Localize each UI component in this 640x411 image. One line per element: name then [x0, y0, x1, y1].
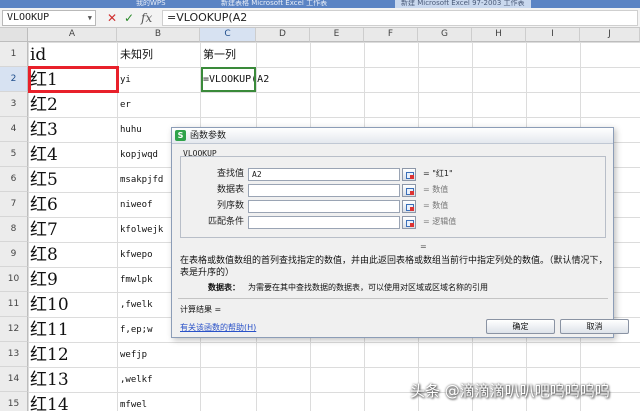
calculation-result: 计算结果 = — [180, 305, 222, 314]
name-box[interactable]: VLOOKUP ▼ — [2, 10, 96, 26]
function-help-link[interactable]: 有关该函数的帮助(H) — [180, 322, 256, 333]
cancel-icon[interactable]: ✕ — [107, 11, 117, 25]
cell-a10[interactable]: 红9 — [30, 267, 112, 292]
overall-result-equals: = — [420, 242, 427, 251]
argument-help-text: 为需要在其中查找数据的数据表，可以使用对区域或区域名称的引用 — [248, 283, 488, 292]
row-header[interactable]: 6 — [0, 167, 28, 192]
row-header[interactable]: 2 — [0, 67, 28, 92]
column-header-a[interactable]: A — [28, 28, 117, 42]
arg-result-match-type: = 逻辑值 — [423, 217, 457, 226]
tab-workbook-active[interactable]: 新建 Microsoft Excel 97-2003 工作表 — [395, 0, 531, 8]
select-all-corner[interactable] — [0, 28, 28, 42]
cell-a15[interactable]: 红14 — [30, 392, 112, 411]
lookup-value-input[interactable]: A2 — [248, 168, 400, 181]
arg-result-lookup-value: = "红1" — [423, 169, 453, 178]
cell-a7[interactable]: 红6 — [30, 192, 112, 217]
title-bar: 我的WPS 新建表格 Microsoft Excel 工作表 新建 Micros… — [0, 0, 640, 8]
row-header[interactable]: 3 — [0, 92, 28, 117]
column-header-j[interactable]: J — [580, 28, 640, 42]
range-select-icon[interactable] — [402, 168, 416, 181]
ok-button[interactable]: 确定 — [486, 319, 555, 334]
dialog-title-bar[interactable]: S 函数参数 — [172, 128, 613, 144]
arg-label-col-index: 列序数 — [216, 201, 244, 211]
column-header-b[interactable]: B — [117, 28, 200, 42]
row-header[interactable]: 9 — [0, 242, 28, 267]
chevron-down-icon[interactable]: ▼ — [88, 11, 92, 25]
cell-a14[interactable]: 红13 — [30, 367, 112, 392]
argument-help: 数据表： 为需要在其中查找数据的数据表，可以使用对区域或区域名称的引用 — [180, 282, 610, 294]
cell-a5[interactable]: 红4 — [30, 142, 112, 167]
cell-a13[interactable]: 红12 — [30, 342, 112, 367]
function-description: 在表格或数值数组的首列查找指定的数值，并由此返回表格或数组当前行中指定列处的数值… — [180, 256, 608, 278]
cell-b14[interactable]: ,welkf — [120, 367, 180, 392]
column-header-i[interactable]: I — [526, 28, 580, 42]
column-header-h[interactable]: H — [472, 28, 526, 42]
cancel-button[interactable]: 取消 — [560, 319, 629, 334]
cell-a4[interactable]: 红3 — [30, 117, 112, 142]
row-header[interactable]: 4 — [0, 117, 28, 142]
cell-b2[interactable]: yi — [120, 67, 180, 92]
cell-b1[interactable]: 未知列 — [120, 42, 180, 67]
name-box-value: VLOOKUP — [7, 12, 50, 23]
cell-a6[interactable]: 红5 — [30, 167, 112, 192]
cell-a8[interactable]: 红7 — [30, 217, 112, 242]
row-header[interactable]: 14 — [0, 367, 28, 392]
match-type-input[interactable] — [248, 216, 400, 229]
column-header-c[interactable]: C — [200, 28, 256, 42]
row-header[interactable]: 5 — [0, 142, 28, 167]
row-header[interactable]: 11 — [0, 292, 28, 317]
range-select-icon[interactable] — [402, 200, 416, 213]
argument-help-name: 数据表： — [208, 283, 240, 292]
arg-result-col-index: = 数值 — [423, 201, 449, 210]
cell-b13[interactable]: wefjp — [120, 342, 180, 367]
cell-a3[interactable]: 红2 — [30, 92, 112, 117]
formula-bar: VLOOKUP ▼ ✕ ✓ fx =VLOOKUP(A2 — [0, 8, 640, 28]
watermark: 头条 @滴滴滴叭叭吧呜呜呜呜 — [410, 382, 610, 400]
confirm-icon[interactable]: ✓ — [124, 11, 134, 25]
row-header[interactable]: 13 — [0, 342, 28, 367]
dialog-divider — [178, 298, 608, 299]
arg-label-lookup-value: 查找值 — [216, 169, 244, 179]
column-header-g[interactable]: G — [418, 28, 472, 42]
cell-b3[interactable]: er — [120, 92, 180, 117]
tab-workbook-1[interactable]: 新建表格 Microsoft Excel 工作表 — [215, 0, 333, 8]
row-header[interactable]: 15 — [0, 392, 28, 411]
active-cell-c2 — [201, 67, 256, 92]
cell-a11[interactable]: 红10 — [30, 292, 112, 317]
table-array-input[interactable] — [248, 184, 400, 197]
arg-result-table: = 数值 — [423, 185, 449, 194]
row-header[interactable]: 12 — [0, 317, 28, 342]
row-header[interactable]: 8 — [0, 217, 28, 242]
arg-label-table: 数据表 — [216, 185, 244, 195]
dialog-title: 函数参数 — [190, 131, 227, 141]
wps-logo-icon: S — [175, 130, 186, 141]
row-header[interactable]: 7 — [0, 192, 28, 217]
row-header[interactable]: 1 — [0, 42, 28, 67]
cell-b15[interactable]: mfwel — [120, 392, 180, 411]
cell-a12[interactable]: 红11 — [30, 317, 112, 342]
column-header-e[interactable]: E — [310, 28, 364, 42]
highlight-box-a2 — [28, 66, 119, 93]
formula-input[interactable]: =VLOOKUP(A2 — [162, 10, 638, 26]
cell-c1[interactable]: 第一列 — [203, 42, 313, 67]
range-select-icon[interactable] — [402, 184, 416, 197]
column-header-d[interactable]: D — [256, 28, 310, 42]
cell-a9[interactable]: 红8 — [30, 242, 112, 267]
cell-a1[interactable]: id — [30, 42, 112, 67]
col-index-input[interactable] — [248, 200, 400, 213]
function-arguments-dialog: S 函数参数 VLOOKUP 查找值 A2 = "红1" 数据表 = 数值 列序… — [171, 127, 629, 338]
column-header-f[interactable]: F — [364, 28, 418, 42]
arg-label-match-type: 匹配条件 — [207, 217, 244, 227]
tab-my-wps[interactable]: 我的WPS — [130, 0, 172, 8]
range-select-icon[interactable] — [402, 216, 416, 229]
row-header[interactable]: 10 — [0, 267, 28, 292]
fx-icon[interactable]: fx — [141, 11, 152, 25]
